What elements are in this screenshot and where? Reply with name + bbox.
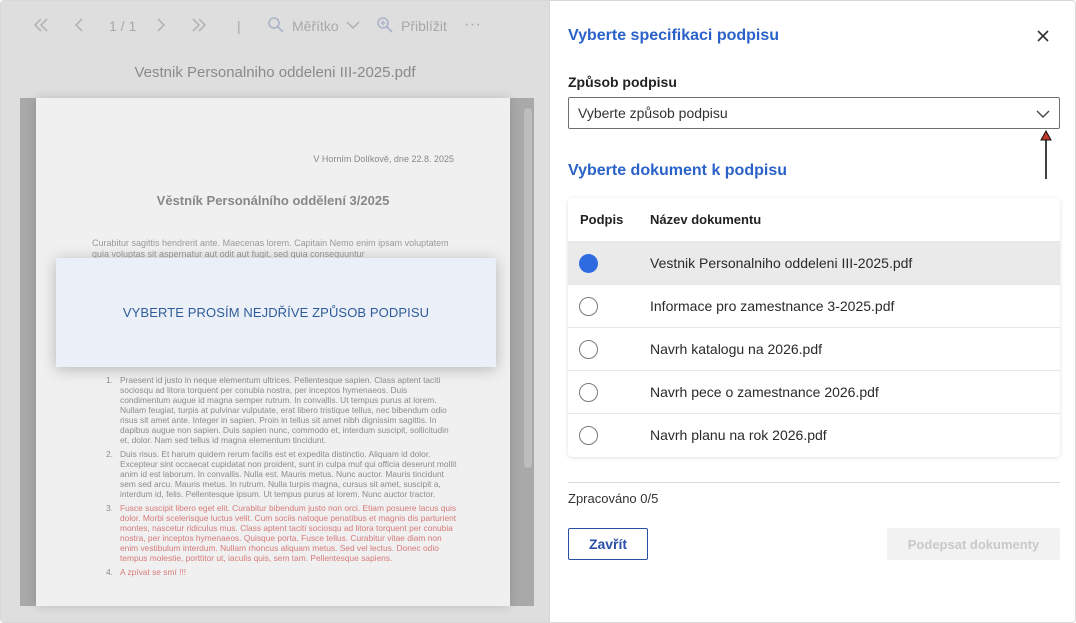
- select-value: Vyberte způsob podpisu: [578, 105, 728, 121]
- close-button[interactable]: Zavřít: [568, 528, 648, 560]
- list-item: 2. Duis risus. Et harum quidem rerum faci…: [106, 449, 457, 499]
- radio-button[interactable]: [579, 297, 598, 316]
- processed-status: Zpracováno 0/5: [568, 491, 659, 506]
- document-dateline: V Horním Dolíkově, dne 22.8. 2025: [313, 154, 454, 164]
- annotation-arrow-icon: [1040, 129, 1052, 179]
- zoom-in-icon[interactable]: [375, 15, 395, 35]
- app-window: 1 / 1 | Měřítko Přiblížit ··· Vestnik Pe…: [0, 0, 1076, 623]
- signature-method-label: Způsob podpisu: [568, 74, 677, 90]
- sign-documents-button[interactable]: Podepsat dokumenty: [887, 528, 1060, 560]
- list-item: 3. Fusce suscipit libero eget elit. Curab…: [106, 503, 457, 563]
- documents-section-title: Vyberte dokument k podpisu: [568, 162, 787, 179]
- table-header: Podpis Název dokumentu: [568, 198, 1060, 241]
- more-options-icon[interactable]: ···: [464, 14, 481, 34]
- document-name: Navrh katalogu na 2026.pdf: [650, 341, 823, 357]
- document-viewer: 1 / 1 | Měřítko Přiblížit ··· Vestnik Pe…: [1, 1, 549, 622]
- table-row[interactable]: Vestnik Personalniho oddeleni III-2025.p…: [568, 241, 1060, 284]
- first-page-icon[interactable]: [31, 15, 51, 35]
- list-item: 1. Praesent id justo in neque elementum u…: [106, 375, 449, 445]
- select-method-notice: VYBERTE PROSÍM NEJDŘÍVE ZPŮSOB PODPISU: [56, 258, 496, 367]
- chevron-down-icon[interactable]: [343, 15, 363, 35]
- panel-title: Vyberte specifikaci podpisu: [568, 27, 780, 44]
- document-name: Navrh planu na rok 2026.pdf: [650, 427, 827, 443]
- close-panel-button[interactable]: [1034, 27, 1052, 45]
- previous-page-icon[interactable]: [69, 15, 89, 35]
- radio-button[interactable]: [579, 340, 598, 359]
- chevron-down-icon: [1036, 110, 1050, 118]
- column-header-name: Název dokumentu: [650, 212, 762, 227]
- table-row[interactable]: Navrh planu na rok 2026.pdf: [568, 413, 1060, 456]
- scale-label[interactable]: Měřítko: [292, 18, 339, 34]
- signature-method-select[interactable]: Vyberte způsob podpisu: [568, 97, 1060, 129]
- divider: [568, 482, 1060, 483]
- table-row[interactable]: Navrh katalogu na 2026.pdf: [568, 327, 1060, 370]
- page-indicator: 1 / 1: [109, 18, 137, 34]
- documents-table: Podpis Název dokumentu Vestnik Personaln…: [568, 198, 1060, 457]
- document-name: Informace pro zamestnance 3-2025.pdf: [650, 298, 895, 314]
- document-scrollbar[interactable]: [524, 108, 532, 468]
- document-name: Vestnik Personalniho oddeleni III-2025.p…: [650, 255, 913, 271]
- document-list: 1. Praesent id justo in neque elementum u…: [92, 375, 457, 581]
- next-page-icon[interactable]: [151, 15, 171, 35]
- document-file-title: Vestnik Personalniho oddeleni III-2025.p…: [134, 64, 416, 81]
- column-header-sign: Podpis: [580, 212, 624, 227]
- radio-button[interactable]: [579, 426, 598, 445]
- toolbar-separator: |: [237, 18, 241, 34]
- close-icon: [1037, 30, 1049, 42]
- list-item: 4. A zpívat se smí !!!: [106, 567, 187, 577]
- signature-panel: Vyberte specifikaci podpisu Způsob podpi…: [549, 1, 1075, 622]
- document-name: Navrh pece o zamestnance 2026.pdf: [650, 384, 879, 400]
- notice-text: VYBERTE PROSÍM NEJDŘÍVE ZPŮSOB PODPISU: [122, 305, 430, 320]
- document-heading: Věstník Personálního oddělení 3/2025: [156, 193, 390, 208]
- viewer-toolbar: 1 / 1 | Měřítko Přiblížit ···: [1, 1, 549, 51]
- table-row[interactable]: Navrh pece o zamestnance 2026.pdf: [568, 370, 1060, 413]
- search-icon[interactable]: [266, 15, 286, 35]
- zoom-in-label[interactable]: Přiblížit: [401, 18, 447, 34]
- radio-button[interactable]: [579, 383, 598, 402]
- radio-button[interactable]: [579, 254, 598, 273]
- document-intro: Curabitur sagittis hendrerit ante. Maece…: [92, 238, 449, 259]
- table-row[interactable]: Informace pro zamestnance 3-2025.pdf: [568, 284, 1060, 327]
- last-page-icon[interactable]: [189, 15, 209, 35]
